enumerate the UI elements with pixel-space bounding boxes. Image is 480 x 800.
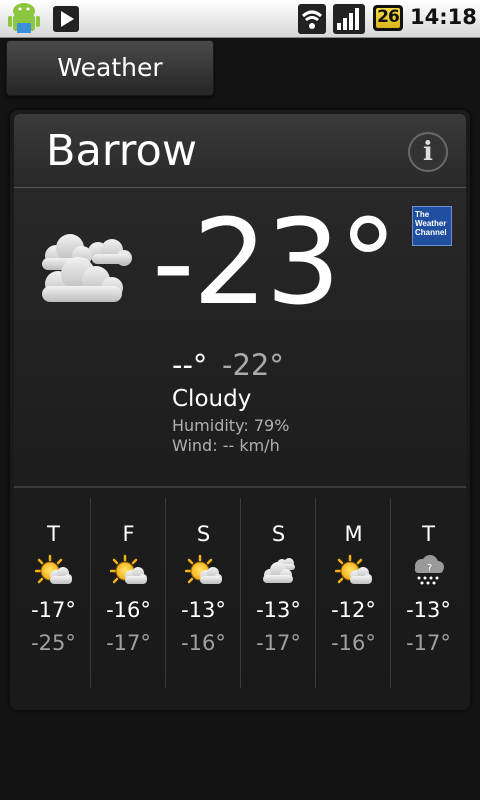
forecast-high: -13°	[181, 598, 226, 622]
weather-card: Barrow i -23° The Weather Channel --° -2…	[10, 110, 470, 710]
partly-sunny-icon	[110, 554, 148, 588]
status-bar: 26 14:18	[0, 0, 480, 38]
info-button[interactable]: i	[408, 132, 448, 172]
forecast-day-name: S	[271, 522, 286, 546]
today-high: --°	[172, 348, 208, 382]
battery-level: 26	[377, 7, 400, 27]
signal-icon	[333, 4, 365, 34]
current-temperature: -23°	[152, 193, 398, 331]
location-header: Barrow i	[14, 114, 466, 188]
forecast-low: -17°	[406, 631, 451, 655]
wind-text: Wind: -- km/h	[172, 436, 280, 455]
weather-card-body: Barrow i -23° The Weather Channel --° -2…	[14, 114, 466, 702]
wifi-icon	[298, 4, 326, 34]
info-icon: i	[423, 137, 433, 167]
forecast-strip: T -17° -25° F -16° -17° S -13° -16° S -1…	[16, 498, 466, 688]
humidity-text: Humidity: 79%	[172, 416, 290, 435]
forecast-low: -17°	[106, 631, 151, 655]
logo-text-line: Channel	[415, 228, 447, 237]
forecast-day-name: M	[344, 522, 363, 546]
play-store-icon[interactable]	[52, 5, 80, 33]
weather-channel-logo[interactable]: The Weather Channel	[412, 206, 452, 246]
forecast-high: -17°	[31, 598, 76, 622]
forecast-low: -17°	[256, 631, 301, 655]
partly-sunny-icon	[35, 554, 73, 588]
logo-text-line: Weather	[415, 219, 447, 228]
forecast-day[interactable]: S -13° -17°	[241, 498, 316, 688]
cloudy-icon	[42, 234, 132, 302]
forecast-day-name: T	[47, 522, 60, 546]
forecast-day[interactable]: T -13° -17°	[391, 498, 466, 688]
forecast-low: -25°	[31, 631, 76, 655]
weather-tab-button[interactable]: Weather	[6, 40, 214, 96]
android-app-icon[interactable]	[4, 1, 44, 37]
partly-sunny-icon	[185, 554, 223, 588]
forecast-high: -13°	[406, 598, 451, 622]
logo-text-line: The	[415, 210, 430, 219]
forecast-day[interactable]: S -13° -16°	[166, 498, 241, 688]
forecast-day-name: F	[122, 522, 135, 546]
today-low: -22°	[222, 348, 284, 382]
divider	[14, 486, 466, 488]
forecast-day[interactable]: F -16° -17°	[91, 498, 166, 688]
forecast-day-name: T	[422, 522, 435, 546]
forecast-high: -12°	[331, 598, 376, 622]
forecast-low: -16°	[331, 631, 376, 655]
forecast-day[interactable]: M -12° -16°	[316, 498, 391, 688]
status-clock: 14:18	[410, 5, 477, 29]
battery-icon: 26	[373, 5, 403, 31]
forecast-day[interactable]: T -17° -25°	[16, 498, 91, 688]
forecast-low: -16°	[181, 631, 226, 655]
forecast-day-name: S	[196, 522, 211, 546]
city-name: Barrow	[46, 126, 197, 176]
forecast-high: -16°	[106, 598, 151, 622]
condition-text: Cloudy	[172, 386, 252, 412]
snow-shower-icon	[410, 554, 448, 588]
forecast-high: -13°	[256, 598, 301, 622]
cloudy-icon	[260, 554, 298, 588]
partly-sunny-icon	[335, 554, 373, 588]
